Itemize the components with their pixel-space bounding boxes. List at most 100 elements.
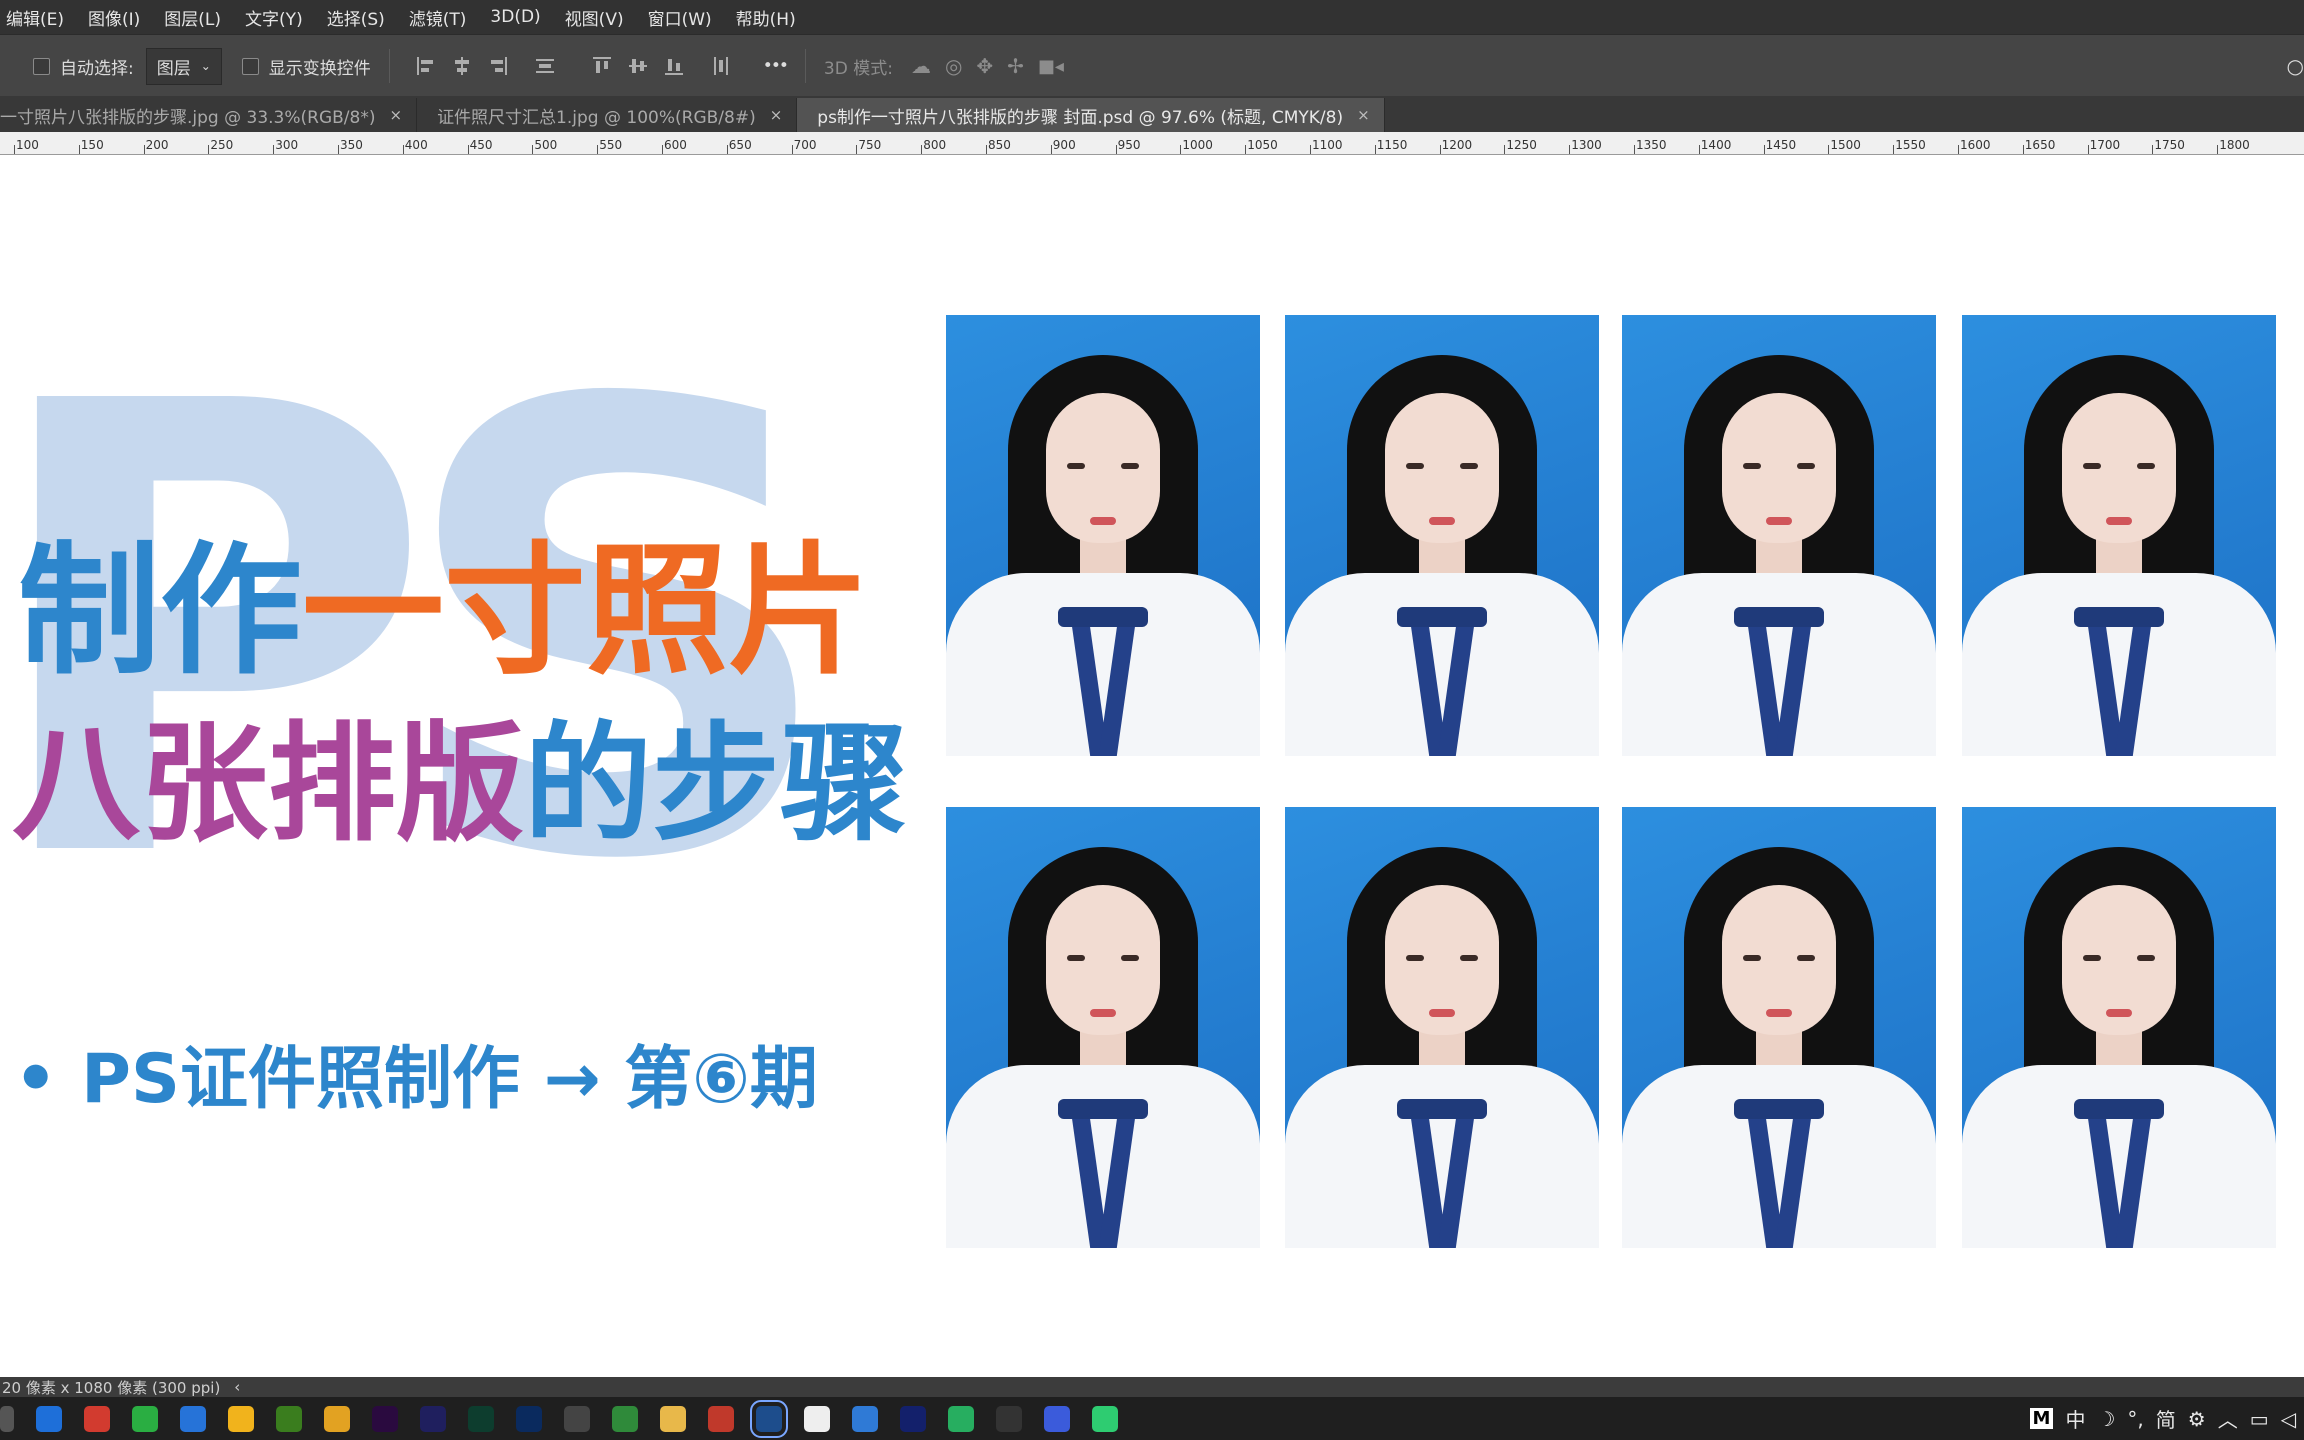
menu-item[interactable]: 滤镜(T) <box>409 5 467 30</box>
document-canvas[interactable]: PS 制作一寸照片 八张排版的步骤 • PS证件照制作 → 第⑥期 <box>0 155 2304 1377</box>
tab-document-2[interactable]: 证件照尺寸汇总1.jpg @ 100%(RGB/8#) × <box>417 98 798 132</box>
taskbar-chat-green-icon[interactable] <box>948 1405 974 1432</box>
punctuation-indicator[interactable]: °, <box>2127 1407 2143 1431</box>
menu-item[interactable]: 文字(Y) <box>245 5 303 30</box>
close-icon[interactable]: × <box>1357 106 1370 124</box>
network-icon[interactable]: ▭ <box>2250 1407 2269 1431</box>
simplified-indicator[interactable]: 简 <box>2156 1404 2176 1433</box>
ruler-tick-label: 1050 <box>1247 138 1278 152</box>
menu-item[interactable]: 图像(I) <box>88 5 140 30</box>
chevron-up-icon[interactable]: ︿ <box>2218 1404 2238 1433</box>
ruler-tick-line <box>14 145 15 154</box>
search-icon[interactable]: ○ <box>2287 54 2304 78</box>
checkbox-box[interactable] <box>241 57 259 75</box>
taskbar-capcut-icon[interactable] <box>996 1405 1022 1432</box>
taskbar-camtasia-icon[interactable] <box>612 1405 638 1432</box>
ime-icon[interactable]: M <box>2029 1408 2054 1429</box>
ruler-tick-line <box>726 145 728 154</box>
id-photo <box>946 807 1260 1248</box>
taskbar-folder-app-icon[interactable] <box>228 1405 254 1432</box>
align-center-h-icon[interactable] <box>451 55 473 77</box>
volume-icon[interactable]: ◁ <box>2281 1407 2296 1431</box>
3d-roll-icon[interactable]: ◎ <box>945 54 962 78</box>
ruler-tick-line <box>1245 145 1247 154</box>
ruler-tick-label: 1150 <box>1376 138 1408 152</box>
align-middle-v-icon[interactable] <box>627 55 649 77</box>
ruler-tick-line <box>2022 145 2024 154</box>
taskbar-dreamweaver-icon[interactable] <box>276 1405 302 1432</box>
ruler-tick-label: 1600 <box>1960 138 1991 152</box>
ruler-tick-label: 1700 <box>2089 138 2121 152</box>
ruler-tick-line <box>1763 145 1765 154</box>
ruler-tick-label: 1650 <box>2024 138 2056 152</box>
taskbar-notes-icon[interactable] <box>804 1405 830 1432</box>
tab-document-3[interactable]: ps制作一寸照片八张排版的步骤 封面.psd @ 97.6% (标题, CMYK… <box>797 98 1385 132</box>
taskbar-obs-icon[interactable] <box>564 1405 590 1432</box>
auto-select-dropdown[interactable]: 图层 ⌄ <box>145 47 222 85</box>
ruler-tick-line <box>1374 145 1376 154</box>
moon-icon[interactable]: ☽ <box>2097 1407 2115 1431</box>
taskbar-paint-icon[interactable] <box>708 1405 734 1432</box>
taskbar-photoshop-icon[interactable] <box>516 1405 542 1432</box>
menu-item[interactable]: 视图(V) <box>565 5 624 30</box>
taskbar-bluebox-icon[interactable] <box>180 1405 206 1432</box>
ruler-tick-label: 750 <box>858 138 882 152</box>
ruler-tick-label: 250 <box>210 138 234 152</box>
align-bottom-icon[interactable] <box>663 55 685 77</box>
menu-item[interactable]: 3D(D) <box>490 7 540 27</box>
chevron-down-icon: ⌄ <box>200 59 211 73</box>
taskbar-audition-icon[interactable] <box>468 1405 494 1432</box>
align-right-icon[interactable] <box>487 55 509 77</box>
taskbar-photoshop-2-icon[interactable] <box>900 1405 926 1432</box>
document-tabs: 一寸照片八张排版的步骤.jpg @ 33.3%(RGB/8*) × 证件照尺寸汇… <box>0 96 2304 132</box>
checkbox-box[interactable] <box>33 57 50 75</box>
taskbar-after-effects-icon[interactable] <box>420 1405 446 1432</box>
distribute-icon[interactable] <box>534 55 556 77</box>
taskbar-wechat-icon[interactable] <box>132 1405 158 1432</box>
ruler-tick-line <box>1828 145 1830 154</box>
move-tool-icon[interactable] <box>10 55 16 77</box>
tab-document-1[interactable]: 一寸照片八张排版的步骤.jpg @ 33.3%(RGB/8*) × <box>0 98 418 132</box>
tab-label: 一寸照片八张排版的步骤.jpg @ 33.3%(RGB/8*) <box>0 107 376 128</box>
ruler-tick-line <box>1115 145 1117 154</box>
gear-icon[interactable]: ⚙ <box>2188 1407 2206 1431</box>
document-size: 20 像素 x 1080 像素 (300 ppi) <box>2 1378 221 1397</box>
menu-item[interactable]: 帮助(H) <box>736 5 796 30</box>
close-icon[interactable]: × <box>389 106 402 124</box>
taskbar-media-icon[interactable] <box>1044 1405 1070 1432</box>
status-arrow-icon[interactable]: ‹ <box>234 1378 240 1396</box>
ruler-tick-line <box>532 145 534 154</box>
menu-item[interactable]: 选择(S) <box>327 5 385 30</box>
menu-item[interactable]: 编辑(E) <box>6 5 64 30</box>
3d-camera-icon[interactable]: ■◂ <box>1038 56 1064 77</box>
horizontal-ruler[interactable]: 100 150 200 250 300 350 400 450 500 550 600 650 700 7… <box>0 132 2304 155</box>
show-transform-label: 显示变换控件 <box>268 58 371 79</box>
close-icon[interactable]: × <box>770 106 783 124</box>
taskbar-photoshop-active-icon[interactable] <box>750 1399 788 1438</box>
ruler-tick-label: 350 <box>340 138 363 152</box>
align-left-icon[interactable] <box>415 55 437 77</box>
taskbar-premiere-icon[interactable] <box>372 1405 398 1432</box>
ruler-tick-line <box>1310 145 1311 154</box>
ruler-tick-label: 1450 <box>1765 138 1797 152</box>
auto-select-checkbox[interactable]: 自动选择: <box>33 54 134 79</box>
more-options-button[interactable]: ••• <box>763 56 789 76</box>
taskbar-chrome-icon[interactable] <box>324 1405 350 1432</box>
menu-item[interactable]: 窗口(W) <box>648 5 712 30</box>
taskbar-browser-ie-icon[interactable] <box>36 1405 62 1432</box>
taskbar-news-icon[interactable] <box>84 1405 110 1432</box>
show-transform-checkbox[interactable]: 显示变换控件 <box>241 54 371 79</box>
taskbar-file-explorer-icon[interactable] <box>660 1405 686 1432</box>
3d-slide-icon[interactable]: ✢ <box>1007 54 1024 78</box>
3d-orbit-icon[interactable]: ☁ <box>911 54 931 78</box>
taskbar-start-icon[interactable] <box>0 1405 14 1432</box>
3d-drag-icon[interactable]: ✥ <box>976 54 993 78</box>
taskbar-bilibili-icon[interactable] <box>852 1405 878 1432</box>
menu-bar: 编辑(E) 图像(I) 图层(L) 文字(Y) 选择(S) 滤镜(T) 3D(D) 视图(V)… <box>0 0 2304 34</box>
distribute-v-icon[interactable] <box>710 55 732 77</box>
language-indicator[interactable]: 中 <box>2065 1404 2085 1433</box>
align-top-icon[interactable] <box>591 55 613 77</box>
menu-item[interactable]: 图层(L) <box>164 5 221 30</box>
ruler-tick-label: 950 <box>1117 138 1141 152</box>
taskbar-player-icon[interactable] <box>1092 1405 1118 1432</box>
